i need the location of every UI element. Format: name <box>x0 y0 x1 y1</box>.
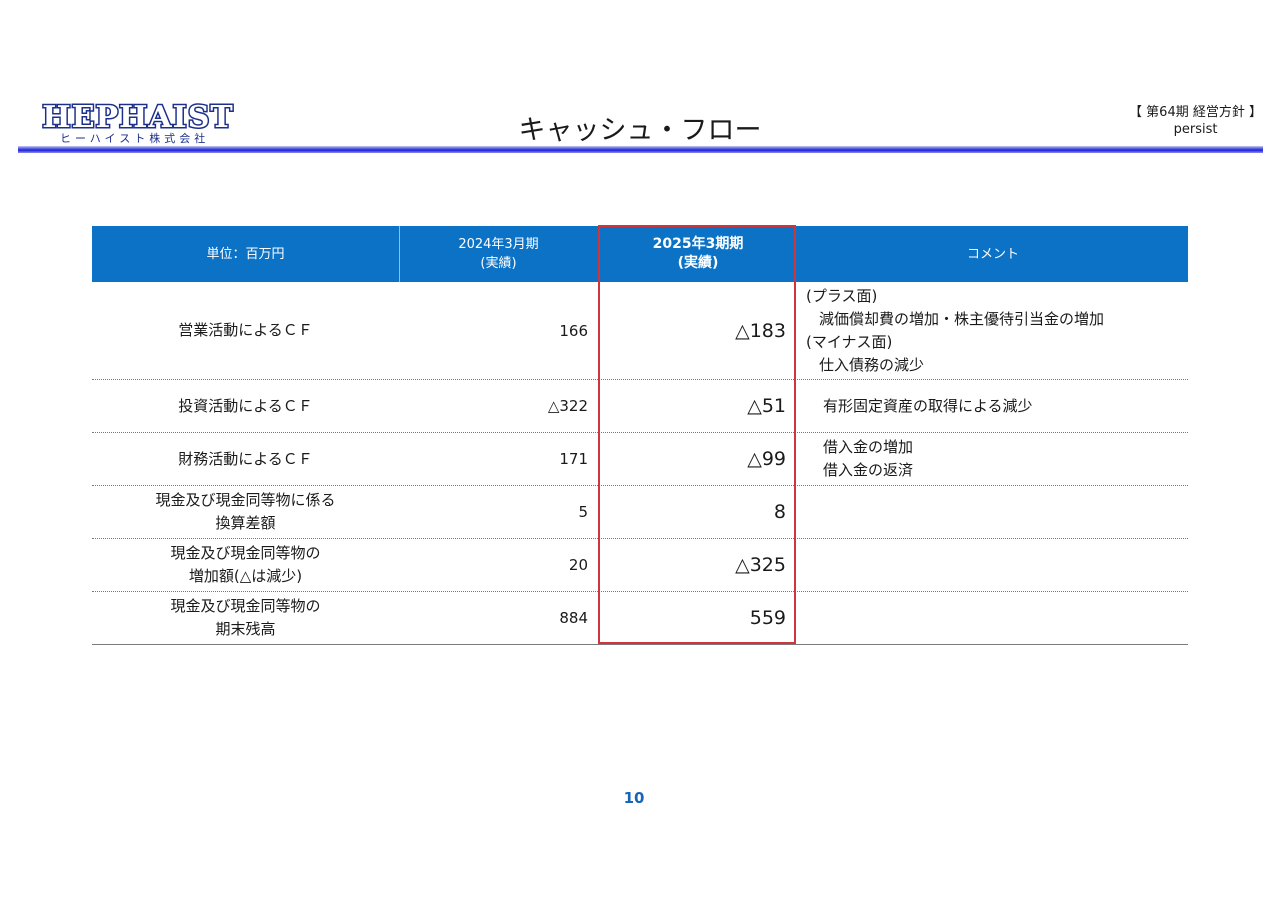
value-fy2024: △322 <box>547 397 588 415</box>
value-fy2025: △51 <box>747 395 786 417</box>
value-fy2025: △325 <box>735 554 786 576</box>
row-comment: 有形固定資産の取得による減少 <box>823 396 1033 415</box>
row-label: 現金及び現金同等物に係る 換算差額 <box>155 491 336 532</box>
policy-badge: 【 第64期 経営方針 】 <box>1129 105 1262 120</box>
col-header-unit: 単位：百万円 <box>92 226 400 282</box>
row-label: 投資活動によるＣＦ <box>178 396 313 415</box>
table-header: 単位：百万円 2024年3月期 (実績) 2025年3期期 (実績) コメント <box>92 226 1188 282</box>
row-label: 財務活動によるＣＦ <box>178 449 313 468</box>
policy-subtitle: persist <box>1173 122 1218 137</box>
value-fy2025: △183 <box>735 319 786 342</box>
row-comment: 借入金の増加 借入金の返済 <box>823 438 914 479</box>
page-title-wrap: キャッシュ・フロー <box>0 108 1280 147</box>
row-label: 営業活動によるＣＦ <box>178 321 313 339</box>
value-fy2024: 884 <box>559 609 588 627</box>
col-header-comment: コメント <box>966 246 1019 262</box>
value-fy2025: 559 <box>749 607 786 629</box>
value-fy2025: △99 <box>747 448 786 470</box>
table-row: 投資活動によるＣＦ △322 △51 有形固定資産の取得による減少 <box>92 380 1188 433</box>
header-badge-block: 【 第64期 経営方針 】 persist <box>1129 104 1262 138</box>
table-row: 現金及び現金同等物の 期末残高 884 559 <box>92 592 1188 645</box>
value-fy2024: 166 <box>559 321 588 340</box>
cash-flow-table: 単位：百万円 2024年3月期 (実績) 2025年3期期 (実績) コメント 営業… <box>92 226 1188 645</box>
page-number: 10 <box>623 789 645 807</box>
table-row: 財務活動によるＣＦ 171 △99 借入金の増加 借入金の返済 <box>92 433 1188 486</box>
page-title: キャッシュ・フロー <box>518 115 762 146</box>
value-fy2024: 20 <box>568 556 588 574</box>
table-row: 現金及び現金同等物に係る 換算差額 5 8 <box>92 486 1188 539</box>
value-fy2024: 171 <box>559 450 588 468</box>
header-divider <box>18 146 1263 153</box>
col-header-fy2024: 2024年3月期 (実績) <box>399 226 599 282</box>
value-fy2024: 5 <box>578 503 588 521</box>
value-fy2025: 8 <box>773 501 786 523</box>
table-row: 現金及び現金同等物の 増加額(△は減少) 20 △325 <box>92 539 1188 592</box>
row-label: 現金及び現金同等物の 増加額(△は減少) <box>170 544 321 585</box>
table-row: 営業活動によるＣＦ 166 △183 (プラス面) 減価償却費の増加・株主優待引… <box>92 282 1188 380</box>
row-comment: (プラス面) 減価償却費の増加・株主優待引当金の増加 (マイナス面) 仕入債務の… <box>806 286 1105 374</box>
col-header-fy2025: 2025年3期期 (実績) <box>652 236 744 271</box>
row-label: 現金及び現金同等物の 期末残高 <box>170 597 321 638</box>
